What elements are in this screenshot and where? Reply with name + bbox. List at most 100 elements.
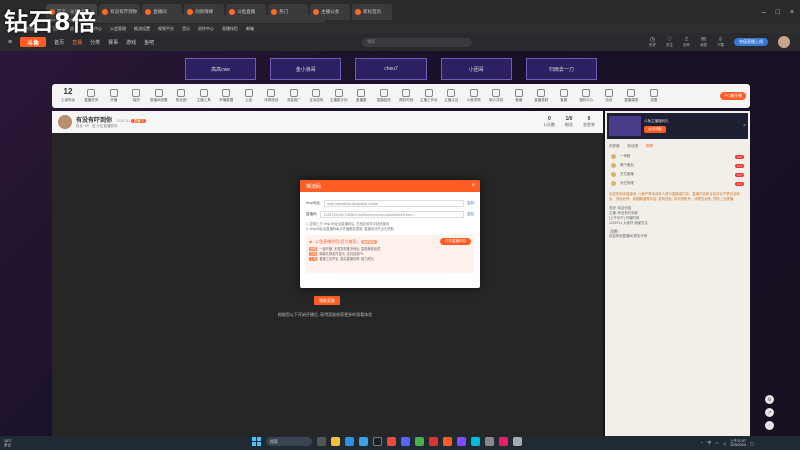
follow-icon[interactable]: ♡ 关注: [666, 36, 673, 48]
toolbar-item[interactable]: 主播认证: [440, 89, 463, 103]
history-icon[interactable]: ◷ 历史: [649, 36, 656, 48]
upload-icon[interactable]: ⇪ 创作: [683, 36, 690, 48]
toolbar-item[interactable]: 设置: [643, 89, 666, 103]
rank-row[interactable]: 方方某某 LV1: [605, 170, 750, 179]
terminal-icon[interactable]: [373, 437, 382, 446]
toolbar-item[interactable]: 主播星计划: [328, 89, 351, 103]
taskbar-search[interactable]: 搜索: [266, 437, 312, 446]
streamer-avatar[interactable]: [58, 115, 72, 129]
toolbar-item[interactable]: 直播星: [350, 89, 373, 103]
maximize-icon[interactable]: □: [776, 9, 780, 16]
bookmark-item[interactable]: 音乐: [182, 26, 190, 32]
recommend-card[interactable]: cheu7: [355, 58, 427, 80]
tab-fans[interactable]: 粉丝团: [628, 144, 639, 149]
language-indicator[interactable]: 中: [707, 440, 711, 446]
toolbar-item[interactable]: 精彩时刻: [395, 89, 418, 103]
streamer-level[interactable]: 12 主播等级: [56, 88, 80, 104]
app-icon[interactable]: [457, 437, 466, 446]
download-icon[interactable]: ⇩ 下载: [717, 36, 724, 48]
ad-claim-button[interactable]: 点击领取: [644, 126, 666, 133]
toolbar-item[interactable]: 开播: [103, 89, 126, 103]
wifi-icon[interactable]: ◠: [715, 441, 719, 446]
bookmark-item[interactable]: 视频平台: [158, 26, 174, 32]
toolbar-item[interactable]: 活动: [598, 89, 621, 103]
rank-row[interactable]: 为它而来 LV1: [605, 179, 750, 188]
bookmark-item[interactable]: 推流设置: [134, 26, 150, 32]
stat-item[interactable]: 0 金鱼竿: [583, 116, 595, 128]
back-to-top-icon[interactable]: ↑: [765, 421, 774, 430]
message-icon[interactable]: ✉ 消息: [700, 36, 707, 48]
app-icon[interactable]: [471, 437, 480, 446]
tab-weekly[interactable]: 周榜: [646, 144, 653, 149]
settings-icon[interactable]: ⚙: [765, 395, 774, 404]
toolbar-item[interactable]: 直播任务: [80, 89, 103, 103]
minimize-icon[interactable]: –: [762, 9, 766, 16]
nav-live[interactable]: 直播: [72, 39, 82, 46]
rtmp-address-field[interactable]: rtmp://sendtc3a.douyucdn.cn/live: [323, 200, 464, 207]
toolbar-item[interactable]: 流量推广: [283, 89, 306, 103]
rank-row[interactable]: 一号粉 LV1: [605, 152, 750, 161]
copy-key-button[interactable]: 复制: [467, 212, 474, 217]
nav-yuba[interactable]: 鱼吧: [144, 39, 154, 46]
share-icon[interactable]: ↗: [765, 408, 774, 417]
bookmark-item[interactable]: 直播伴侣: [222, 26, 238, 32]
nav-home[interactable]: 首页: [54, 39, 64, 46]
store-icon[interactable]: [359, 437, 368, 446]
copy-rtmp-button[interactable]: 复制: [467, 201, 474, 206]
nav-events[interactable]: 赛事: [108, 39, 118, 46]
windows-start-icon[interactable]: [252, 437, 261, 446]
tab-vip[interactable]: 贵宾席: [609, 144, 620, 149]
ad-banner[interactable]: 斗鱼主播福利礼 点击领取 ×: [607, 113, 748, 139]
toolbar-item[interactable]: 直播间设置: [148, 89, 171, 103]
pc-live-button[interactable]: PC端开播: [720, 92, 746, 100]
recommend-card[interactable]: 小团哥: [440, 58, 512, 80]
menu-icon[interactable]: ≡: [8, 39, 12, 46]
clock[interactable]: 上午11:57 12/4/2024: [730, 439, 746, 448]
recommend-card[interactable]: 金小浪哥: [270, 58, 342, 80]
toolbar-item[interactable]: 客服: [553, 89, 576, 103]
chevron-up-icon[interactable]: ⌃: [700, 441, 703, 446]
app-icon[interactable]: [387, 437, 396, 446]
toolbar-item[interactable]: 装扮: [125, 89, 148, 103]
douyu-app-icon[interactable]: [443, 437, 452, 446]
rank-row[interactable]: 两个鱼丸 LV1: [605, 161, 750, 170]
claim-reward-button[interactable]: 领取奖励: [314, 296, 340, 305]
toolbar-item[interactable]: 粉丝团: [170, 89, 193, 103]
browser-tab[interactable]: 新标签页: [352, 4, 393, 20]
user-avatar[interactable]: [778, 36, 790, 48]
open-live-button[interactable]: 充值直播上线: [734, 38, 768, 46]
toolbar-item[interactable]: 直播课堂: [620, 89, 643, 103]
search-input[interactable]: 搜索: [362, 37, 473, 47]
app-icon[interactable]: [401, 437, 410, 446]
app-icon[interactable]: [415, 437, 424, 446]
toolbar-item[interactable]: 鱼塘: [508, 89, 531, 103]
toolbar-item[interactable]: 直播回放: [373, 89, 396, 103]
edge-icon[interactable]: [345, 437, 354, 446]
toolbar-item[interactable]: 斗鱼学院: [463, 89, 486, 103]
close-icon[interactable]: ×: [743, 123, 746, 129]
volume-icon[interactable]: ◁: [723, 441, 726, 446]
toolbar-item[interactable]: 直播录制: [530, 89, 553, 103]
toolbar-item[interactable]: 公会: [238, 89, 261, 103]
toolbar-item[interactable]: 福利中心: [575, 89, 598, 103]
toolbar-item[interactable]: 互动游戏: [305, 89, 328, 103]
recommend-card[interactable]: 高高cwe: [185, 58, 257, 80]
weather-widget[interactable]: 18°C 多云: [0, 439, 40, 447]
douyu-logo[interactable]: 斗鱼: [20, 37, 47, 47]
app-icon[interactable]: [485, 437, 494, 446]
toolbar-item[interactable]: 主播工作台: [418, 89, 441, 103]
notification-icon[interactable]: ▢: [750, 441, 754, 446]
bookmark-item[interactable]: 创作中心: [198, 26, 214, 32]
bookmark-item[interactable]: 公会管理: [110, 26, 126, 32]
toolbar-item[interactable]: 主播工具: [193, 89, 216, 103]
close-icon[interactable]: ×: [471, 183, 480, 189]
close-icon[interactable]: ×: [790, 9, 794, 16]
open-companion-button[interactable]: 打开直播伴侣: [440, 238, 471, 245]
toolbar-item[interactable]: 传奇挑战: [260, 89, 283, 103]
app-icon[interactable]: [499, 437, 508, 446]
toolbar-item[interactable]: 开播数据: [215, 89, 238, 103]
recommend-card[interactable]: 归雨去一刀: [525, 58, 598, 80]
bookmark-item[interactable]: 邮箱: [246, 26, 254, 32]
app-icon[interactable]: [429, 437, 438, 446]
nav-games[interactable]: 游戏: [126, 39, 136, 46]
